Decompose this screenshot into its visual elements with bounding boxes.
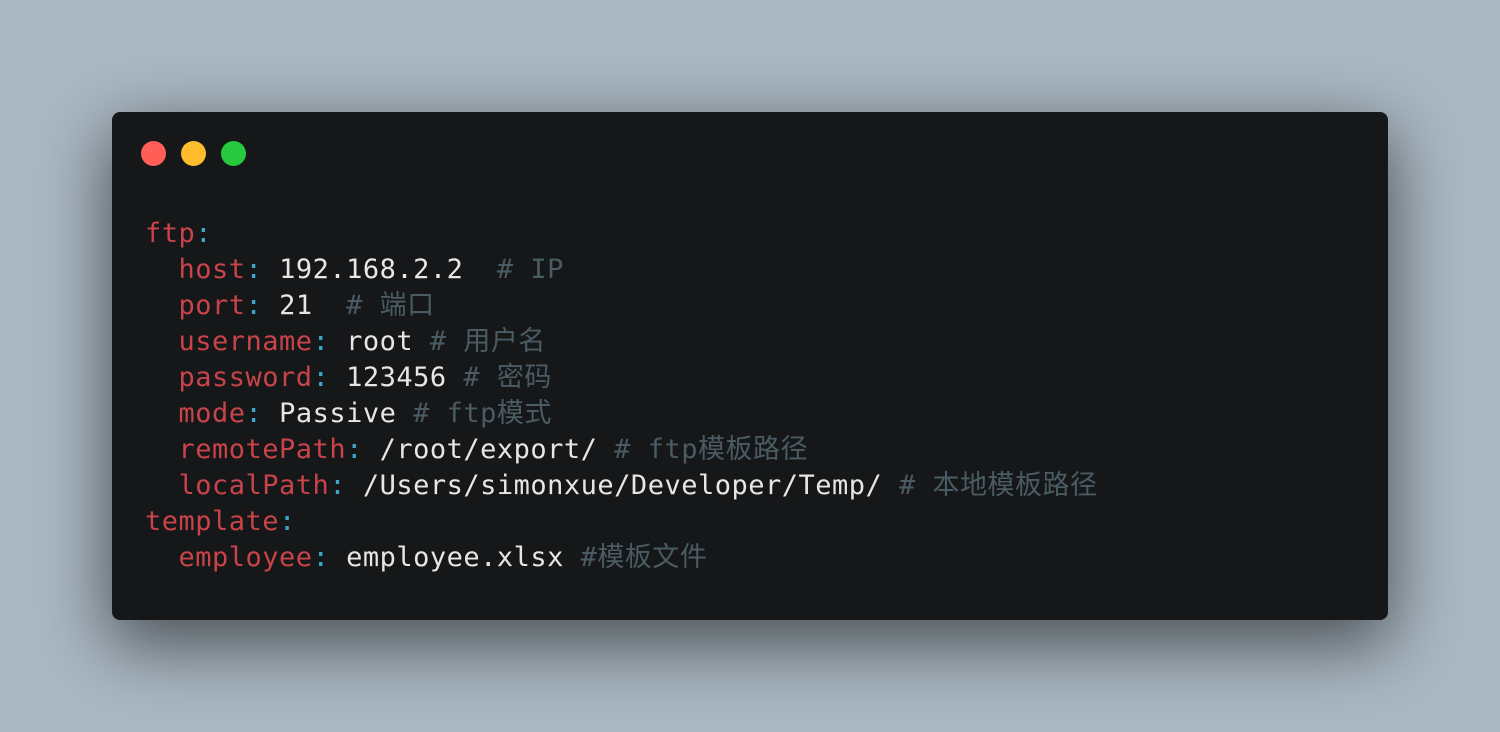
yaml-colon: : xyxy=(195,218,213,249)
code-line: mode: Passive # ftp模式 xyxy=(145,396,1098,432)
yaml-value: root xyxy=(329,326,414,357)
code-line: password: 123456 # 密码 xyxy=(145,360,1098,396)
yaml-key: ftp xyxy=(145,218,196,249)
code-line: localPath: /Users/simonxue/Developer/Tem… xyxy=(145,468,1098,504)
yaml-key: password xyxy=(178,362,313,393)
code-line: remotePath: /root/export/ # ftp模板路径 xyxy=(145,432,1098,468)
yaml-value: /root/export/ xyxy=(362,434,598,465)
yaml-colon: : xyxy=(346,434,363,465)
yaml-colon: : xyxy=(245,398,263,429)
code-window: ftp: host: 192.168.2.2 # IP port: 21 # 端… xyxy=(112,112,1388,620)
yaml-value: 192.168.2.2 xyxy=(262,254,464,285)
code-block: ftp: host: 192.168.2.2 # IP port: 21 # 端… xyxy=(145,216,1098,576)
yaml-key: template xyxy=(145,506,280,537)
yaml-key: port xyxy=(178,290,246,321)
yaml-comment: # 用户名 xyxy=(413,326,546,357)
yaml-value: 123456 xyxy=(329,362,447,393)
yaml-comment: # 密码 xyxy=(446,362,552,393)
yaml-colon: : xyxy=(312,362,330,393)
yaml-comment: #模板文件 xyxy=(563,542,708,573)
code-line: template: xyxy=(145,504,1098,540)
code-line: ftp: xyxy=(145,216,1098,252)
code-line: username: root # 用户名 xyxy=(145,324,1098,360)
yaml-key: localPath xyxy=(178,470,330,501)
yaml-value: Passive xyxy=(262,398,397,429)
yaml-key: remotePath xyxy=(178,434,347,465)
yaml-colon: : xyxy=(245,254,263,285)
minimize-button[interactable] xyxy=(181,141,206,166)
yaml-value: /Users/simonxue/Developer/Temp/ xyxy=(346,470,883,501)
window-controls xyxy=(141,141,246,166)
code-line: employee: employee.xlsx #模板文件 xyxy=(145,540,1098,576)
yaml-colon: : xyxy=(245,290,263,321)
code-line: host: 192.168.2.2 # IP xyxy=(145,252,1098,288)
zoom-button[interactable] xyxy=(221,141,246,166)
yaml-key: employee xyxy=(178,542,313,573)
yaml-comment: # 本地模板路径 xyxy=(882,470,1098,501)
yaml-colon: : xyxy=(279,506,296,537)
yaml-colon: : xyxy=(312,542,330,573)
yaml-comment: # IP xyxy=(463,254,564,285)
yaml-value: 21 xyxy=(262,290,313,321)
code-line: port: 21 # 端口 xyxy=(145,288,1098,324)
yaml-comment: # ftp模板路径 xyxy=(597,434,808,465)
yaml-colon: : xyxy=(312,326,330,357)
yaml-key: username xyxy=(178,326,313,357)
yaml-value: employee.xlsx xyxy=(329,542,564,573)
close-button[interactable] xyxy=(141,141,166,166)
yaml-comment: # ftp模式 xyxy=(396,398,552,429)
yaml-key: mode xyxy=(178,398,246,429)
yaml-colon: : xyxy=(329,470,347,501)
yaml-comment: # 端口 xyxy=(312,290,435,321)
yaml-key: host xyxy=(178,254,246,285)
